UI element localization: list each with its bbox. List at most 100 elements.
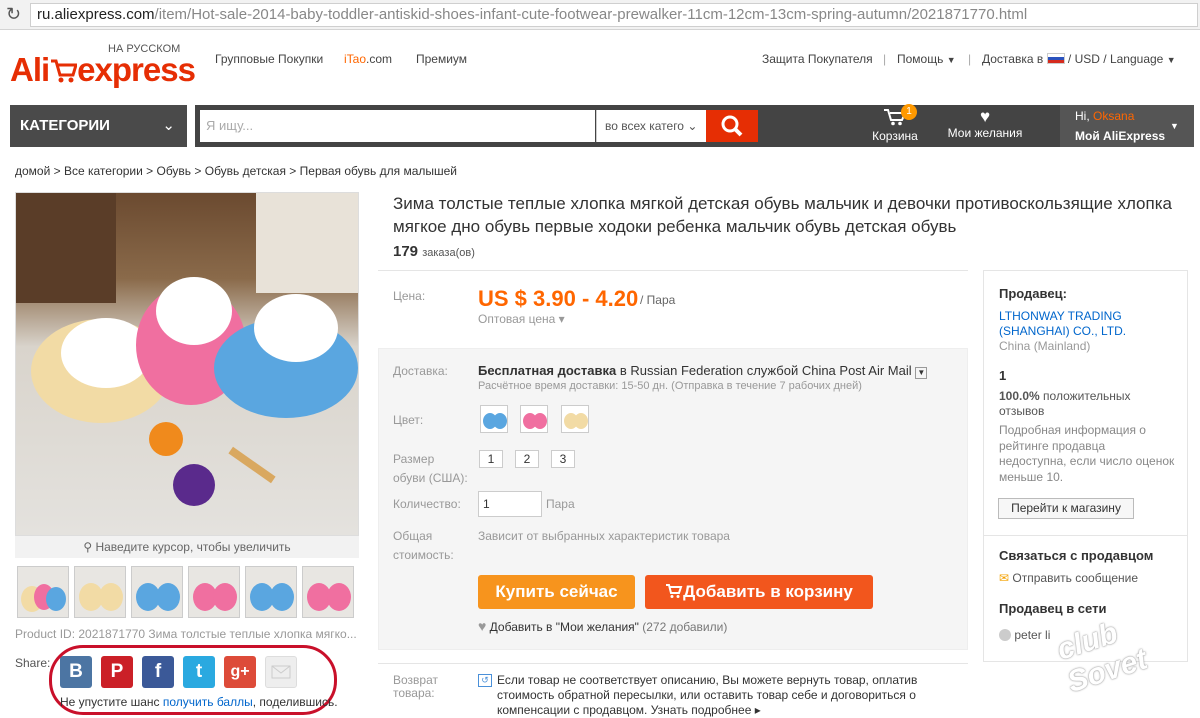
seller-name-link[interactable]: LTHONWAY TRADING (SHANGHAI) CO., LTD. — [999, 309, 1126, 339]
add-to-cart-button[interactable]: Добавить в корзину — [645, 575, 873, 609]
wishlist-label: Мои желания — [947, 126, 1023, 140]
quantity-input[interactable]: 1 — [478, 491, 542, 517]
url-field[interactable]: ru.aliexpress.com/item/Hot-sale-2014-bab… — [30, 3, 1198, 27]
size-label-2: обуви (США): — [393, 471, 468, 485]
nav-premium[interactable]: Премиум — [416, 52, 467, 66]
rating-note: Подробная информация о рейтинге продавца н… — [999, 423, 1174, 485]
total-label-2: стоимость: — [393, 548, 454, 562]
ship-to-label: Доставка в — [982, 52, 1044, 66]
url-host: ru.aliexpress.com — [37, 6, 155, 23]
rating-note-line: рейтинге продавца — [999, 438, 1106, 453]
wholesale-label: Оптовая цена — [478, 312, 556, 326]
return-label: Возврат — [393, 673, 438, 687]
breadcrumb[interactable]: домой > Все категории > Обувь > Обувь де… — [15, 164, 457, 178]
online-user-name: peter li — [1014, 628, 1051, 642]
thumbnail-image — [250, 583, 294, 611]
color-option-beige[interactable] — [561, 405, 589, 433]
russia-flag-icon — [1046, 53, 1065, 64]
logo-express: express — [77, 51, 196, 88]
help-menu[interactable]: Помощь ▼ — [897, 52, 956, 66]
search-button[interactable] — [706, 110, 758, 142]
wishlist-button[interactable]: ♥ Мои желания — [945, 108, 1025, 141]
return-policy-line: Если товар не соответствует описанию, Вы… — [497, 673, 918, 687]
learn-more-link[interactable]: Узнать подробнее — [651, 703, 752, 717]
chevron-down-icon: ⌄ — [687, 119, 698, 133]
search-icon — [721, 115, 743, 137]
color-label: Цвет: — [393, 413, 424, 427]
price: US $ 3.90 - 4.20 — [478, 286, 639, 311]
send-message-link[interactable]: ✉ Отправить сообщение — [999, 571, 1138, 585]
buyer-protection-link[interactable]: Защита Покупателя — [762, 52, 873, 66]
dropdown-icon: ▼ — [915, 367, 928, 379]
size-option[interactable]: 2 — [515, 450, 539, 468]
my-aliexpress-link[interactable]: Мой AliExpress — [1075, 129, 1165, 143]
cart-label: Корзина — [872, 129, 918, 143]
go-to-store-button[interactable]: Перейти к магазину — [998, 498, 1134, 519]
orders-count: 179 заказа(ов) — [393, 243, 475, 260]
shipping-destination: Russian Federation службой China Post Ai… — [630, 363, 912, 378]
wishlist-count: (272 добавили) — [642, 620, 728, 634]
product-main-image[interactable] — [15, 192, 359, 536]
return-label-2: товара: — [393, 686, 435, 700]
wishlist-add-label: Добавить в "Мои желания" — [489, 620, 639, 634]
contact-seller-heading: Связаться с продавцом — [999, 548, 1154, 563]
get-points-link[interactable]: получить баллы — [163, 695, 253, 709]
thumbnail[interactable] — [17, 566, 69, 618]
product-title: Зима толстые теплые хлопка мягкой детска… — [393, 194, 1172, 236]
size-option[interactable]: 1 — [479, 450, 503, 468]
thumbnail[interactable] — [188, 566, 240, 618]
search-scope-label: во всех катего — [605, 119, 684, 133]
seller-label: Продавец: — [999, 286, 1067, 301]
quantity-unit: Пара — [546, 497, 575, 511]
rating-note-line: меньше 10. — [999, 469, 1064, 484]
thumbnail-image — [21, 584, 66, 612]
product-id: Product ID: 2021871770 Зима толстые тепл… — [15, 627, 357, 641]
aliexpress-logo[interactable]: Ali express — [10, 51, 196, 88]
caret-right-icon: ▸ — [754, 703, 761, 717]
categories-menu[interactable]: КАТЕГОРИИ ⌄ — [10, 105, 187, 147]
nav-divider: | — [968, 52, 972, 66]
color-option-pink[interactable] — [520, 405, 548, 433]
positive-pct: 100.0% — [999, 389, 1040, 403]
buy-now-button[interactable]: Купить сейчас — [478, 575, 635, 609]
thumbnail[interactable] — [245, 566, 297, 618]
nav-itao-suffix: .com — [366, 52, 393, 66]
return-policy-icon: ↺ — [478, 674, 492, 687]
thumbnail[interactable] — [74, 566, 126, 618]
add-to-wishlist[interactable]: ♥ Добавить в "Мои желания" (272 добавили… — [478, 618, 727, 634]
nav-divider: | — [883, 52, 887, 66]
return-policy-line: стоимость обратной пересылки, или остави… — [497, 688, 916, 702]
size-option[interactable]: 3 — [551, 450, 575, 468]
thumbnail[interactable] — [302, 566, 354, 618]
total-label: Общая — [393, 529, 433, 543]
user-status-icon — [999, 629, 1011, 641]
shipping-method[interactable]: Бесплатная доставка в Russian Federation… — [478, 363, 928, 379]
rating-note-line: Подробная информация о — [999, 423, 1146, 437]
nav-group-buying[interactable]: Групповые Покупки — [215, 52, 323, 66]
envelope-icon: ✉ — [999, 571, 1010, 585]
thumbnail-image — [307, 583, 351, 611]
total-value: Зависит от выбранных характеристик товар… — [478, 529, 730, 543]
color-swatch-image — [483, 413, 507, 429]
add-to-cart-label: Добавить в корзину — [683, 582, 853, 601]
search-input[interactable]: Я ищу... — [200, 110, 595, 142]
color-swatch-image — [523, 413, 547, 429]
divider — [984, 535, 1187, 536]
ship-to-menu[interactable]: Доставка в / USD / Language ▼ — [982, 52, 1176, 66]
caret-down-icon: ▼ — [1170, 121, 1179, 131]
online-user[interactable]: peter li — [999, 628, 1050, 642]
thumbnail[interactable] — [131, 566, 183, 618]
orders-number: 179 — [393, 243, 419, 260]
color-option-blue[interactable] — [480, 405, 508, 433]
color-swatch-image — [564, 413, 588, 429]
thumbnail-image — [136, 583, 180, 611]
nav-itao[interactable]: iTao.com — [344, 52, 392, 66]
reload-icon[interactable]: ↻ — [6, 3, 21, 25]
seller-online-heading: Продавец в сети — [999, 601, 1107, 616]
positive-text-2: отзывов — [999, 404, 1045, 418]
wholesale-price-toggle[interactable]: Оптовая цена ▾ — [478, 312, 565, 326]
orders-label: заказа(ов) — [422, 247, 475, 259]
logo-cart-icon — [51, 59, 79, 83]
return-policy-line: компенсации с продавцом. — [497, 703, 648, 717]
search-scope-select[interactable]: во всех катего ⌄ — [596, 110, 706, 142]
